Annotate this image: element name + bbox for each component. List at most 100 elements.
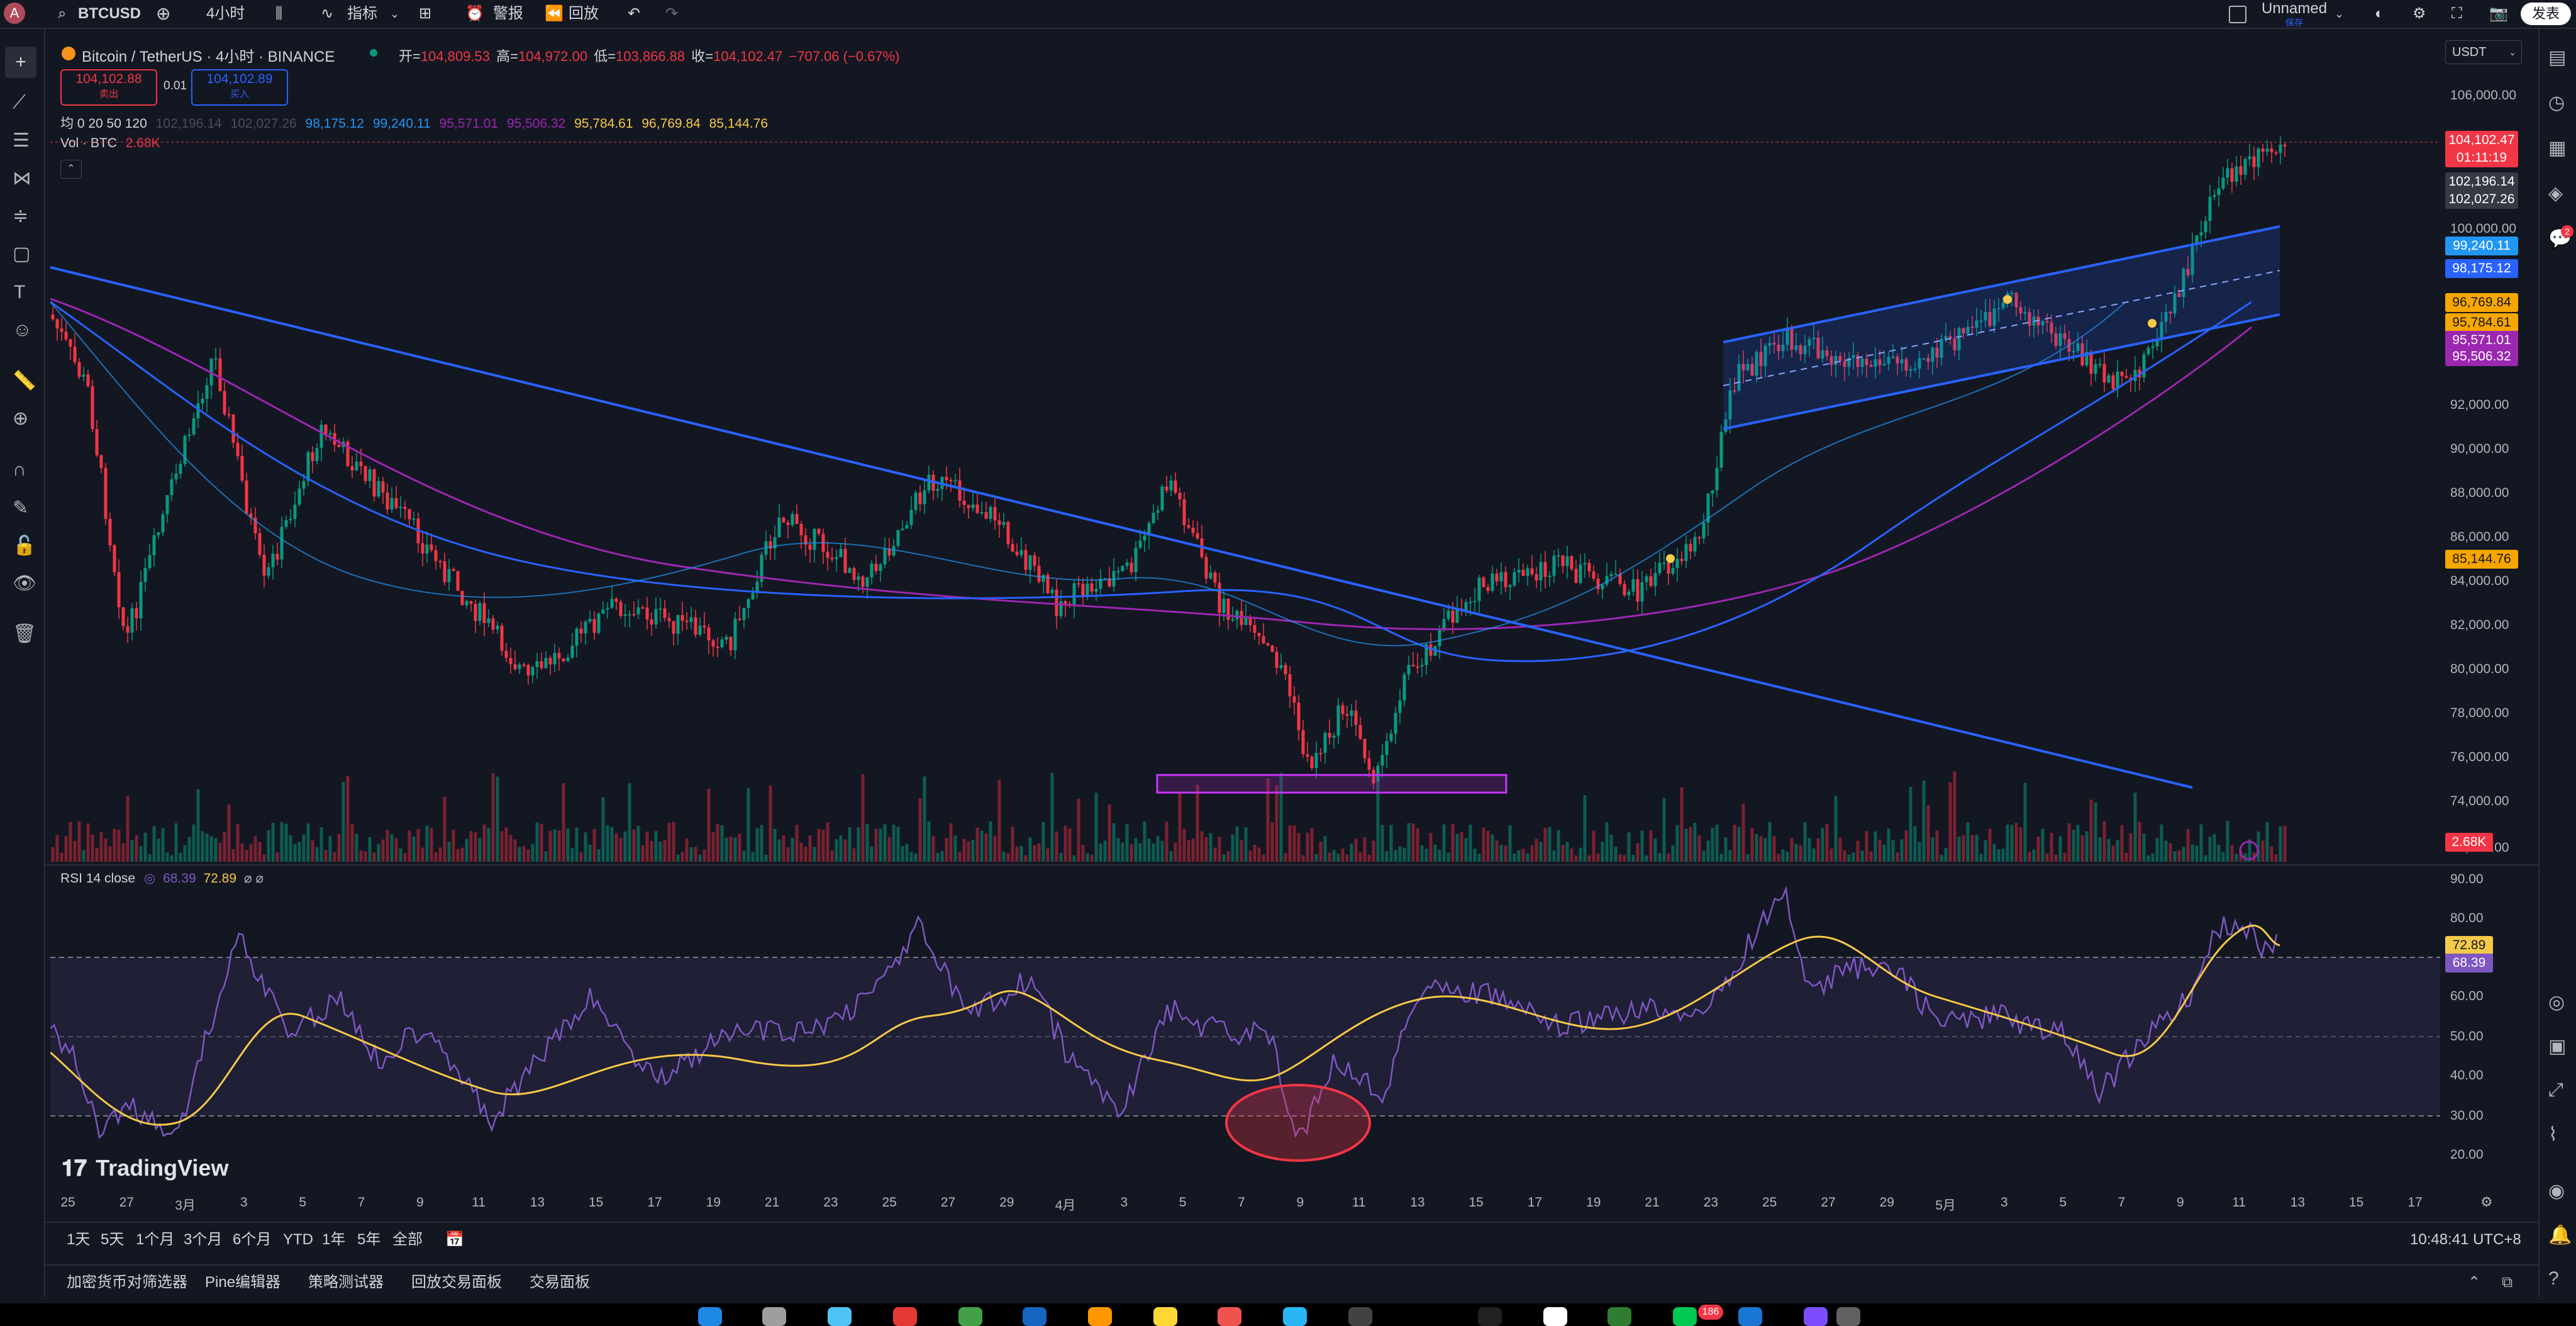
range-1m-button[interactable]: 1个月 (136, 1223, 174, 1257)
range-5d-button[interactable]: 5天 (101, 1223, 124, 1257)
tab-pine-editor[interactable]: Pine编辑器 (205, 1266, 280, 1300)
dock-app-icon[interactable] (1738, 1307, 1762, 1326)
range-all-button[interactable]: 全部 (392, 1223, 423, 1257)
notifications-bell-icon[interactable]: 🔔 (2548, 1224, 2572, 1246)
settings-gear-icon[interactable]: ⚙ (2412, 0, 2426, 28)
trendline-tool-icon[interactable]: ⟋ (13, 92, 26, 113)
fullscreen-icon[interactable]: ⛶ (2451, 0, 2462, 28)
interval-selector[interactable]: 4小时 (206, 0, 245, 28)
time-axis-settings-icon[interactable]: ⚙ (2480, 1194, 2493, 1210)
layout-save-status: 保存 (2285, 18, 2303, 28)
symbol-name[interactable]: BTCUSD (78, 0, 141, 28)
price-chart[interactable] (50, 38, 2440, 868)
replay-button[interactable]: 回放 (569, 0, 599, 28)
range-6m-button[interactable]: 6个月 (233, 1223, 271, 1257)
remove-drawings-trash-icon[interactable]: 🗑 (13, 623, 36, 645)
range-3m-button[interactable]: 3个月 (184, 1223, 222, 1257)
rsi-separator[interactable] (45, 864, 2538, 866)
hide-drawings-eye-icon[interactable]: 👁 (13, 572, 36, 594)
layout-templates-icon[interactable]: ⊞ (419, 0, 431, 28)
compare-symbol-icon[interactable]: ⊕ (156, 0, 170, 28)
oversold-highlight-ellipse[interactable] (1225, 1084, 1371, 1162)
help-icon[interactable]: ? (2548, 1268, 2559, 1290)
layout-checkbox[interactable] (2229, 6, 2246, 23)
stay-in-drawing-mode-icon[interactable]: ✎ (13, 497, 28, 519)
alerts-clock-icon[interactable]: ◷ (2548, 92, 2565, 114)
dock-app-icon[interactable] (1348, 1307, 1372, 1326)
tab-crypto-screener[interactable]: 加密货币对筛选器 (67, 1266, 187, 1300)
range-ytd-button[interactable]: YTD (283, 1223, 313, 1257)
symbol-search-icon[interactable]: ⌕ (58, 0, 66, 28)
chart-type-icon[interactable]: ⫼ (275, 0, 282, 28)
candle-body (729, 637, 733, 650)
dock-app-icon[interactable] (698, 1307, 722, 1326)
emoji-tool-icon[interactable]: ☺ (13, 320, 32, 341)
dock-app-icon[interactable] (762, 1307, 786, 1326)
pattern-tool-icon[interactable]: ⋈ (13, 167, 31, 189)
lock-drawings-icon[interactable]: 🔓 (13, 535, 36, 557)
quick-search-icon[interactable]: ◐ (2375, 0, 2384, 28)
watchlist-icon[interactable]: ▤ (2548, 47, 2566, 69)
shapes-tool-icon[interactable]: ▢ (13, 243, 30, 265)
user-avatar[interactable]: A (4, 3, 25, 24)
dock-trash-icon[interactable] (1836, 1307, 1860, 1326)
ideas-compass-icon[interactable]: ◎ (2548, 991, 2565, 1013)
ruler-tool-icon[interactable]: 📏 (13, 370, 36, 392)
dock-app-icon[interactable] (1153, 1307, 1177, 1326)
layout-chevron-down-icon[interactable]: ⌄ (2334, 0, 2344, 28)
rsi-chart[interactable] (50, 871, 2440, 1186)
dock-app-icon[interactable] (1088, 1307, 1112, 1326)
go-to-date-calendar-icon[interactable]: 📅 (445, 1223, 464, 1257)
candle-body (1579, 564, 1582, 583)
magnet-tool-icon[interactable]: ∩ (13, 459, 26, 481)
data-window-icon[interactable]: ▦ (2548, 137, 2566, 159)
tab-strategy-tester[interactable]: 策略测试器 (308, 1266, 384, 1300)
indicators-dropdown-chevron-icon[interactable]: ⌄ (390, 0, 399, 28)
support-zone-box[interactable] (1156, 774, 1507, 794)
text-tool-icon[interactable]: T (14, 282, 25, 303)
tab-trading-panel[interactable]: 交易面板 (530, 1266, 590, 1300)
screenshot-camera-icon[interactable]: 📷 (2489, 0, 2508, 28)
dock-app-icon[interactable] (1478, 1307, 1502, 1326)
streams-icon[interactable]: ◉ (2548, 1180, 2565, 1202)
currency-selector[interactable]: USDT ⌄ (2445, 40, 2522, 64)
price-tag: 102,196.14 (2445, 172, 2518, 191)
dock-app-icon[interactable] (1023, 1307, 1046, 1326)
dock-app-icon[interactable] (1218, 1307, 1241, 1326)
crosshair-cursor-icon[interactable]: + (5, 47, 36, 78)
dock-app-icon[interactable] (1673, 1307, 1697, 1326)
dock-app-icon[interactable] (1543, 1307, 1567, 1326)
range-1y-button[interactable]: 1年 (322, 1223, 345, 1257)
indicators-button[interactable]: 指标 (347, 0, 377, 28)
range-1d-button[interactable]: 1天 (67, 1223, 90, 1257)
hotlists-icon[interactable]: ⤢ (2548, 1079, 2563, 1101)
collapse-panel-chevron-up-icon[interactable]: ⌃ (2468, 1266, 2480, 1300)
alert-button[interactable]: 警报 (493, 0, 523, 28)
tab-replay-trading[interactable]: 回放交易面板 (411, 1266, 502, 1300)
range-5y-button[interactable]: 5年 (357, 1223, 380, 1257)
top-toolbar: A ⌕ BTCUSD ⊕ 4小时 ⫼ ∿ 指标 ⌄ ⊞ ⏰ 警报 ⏪ 回放 ↶ … (0, 0, 2576, 29)
replay-icon[interactable]: ⏪ (545, 0, 564, 28)
dock-app-icon[interactable] (828, 1307, 852, 1326)
volume-bar (513, 839, 517, 862)
undo-icon[interactable]: ↶ (628, 0, 640, 28)
object-tree-layers-icon[interactable]: ◈ (2548, 182, 2563, 204)
horizontal-lines-tool-icon[interactable]: ☰ (13, 130, 30, 152)
dock-app-icon[interactable] (958, 1307, 982, 1326)
zoom-in-tool-icon[interactable]: ⊕ (13, 408, 28, 430)
calendar-icon[interactable]: ▣ (2548, 1035, 2566, 1057)
indicators-icon[interactable]: ∿ (321, 0, 333, 28)
fib-tool-icon[interactable]: ≑ (13, 205, 28, 227)
publish-button[interactable]: 发表 (2521, 3, 2571, 25)
dock-app-icon[interactable] (893, 1307, 917, 1326)
dock-app-icon[interactable] (1283, 1307, 1307, 1326)
clock-timezone[interactable]: 10:48:41 UTC+8 (2410, 1223, 2521, 1257)
dock-app-icon[interactable] (1804, 1307, 1828, 1326)
screener-icon[interactable]: ⌇ (2548, 1123, 2558, 1145)
volume-bar (1213, 847, 1217, 862)
candle-body (658, 608, 662, 610)
maximize-panel-icon[interactable]: ⧉ (2502, 1266, 2512, 1300)
alert-icon[interactable]: ⏰ (465, 0, 484, 28)
redo-icon[interactable]: ↷ (665, 0, 678, 28)
dock-app-icon[interactable] (1607, 1307, 1631, 1326)
